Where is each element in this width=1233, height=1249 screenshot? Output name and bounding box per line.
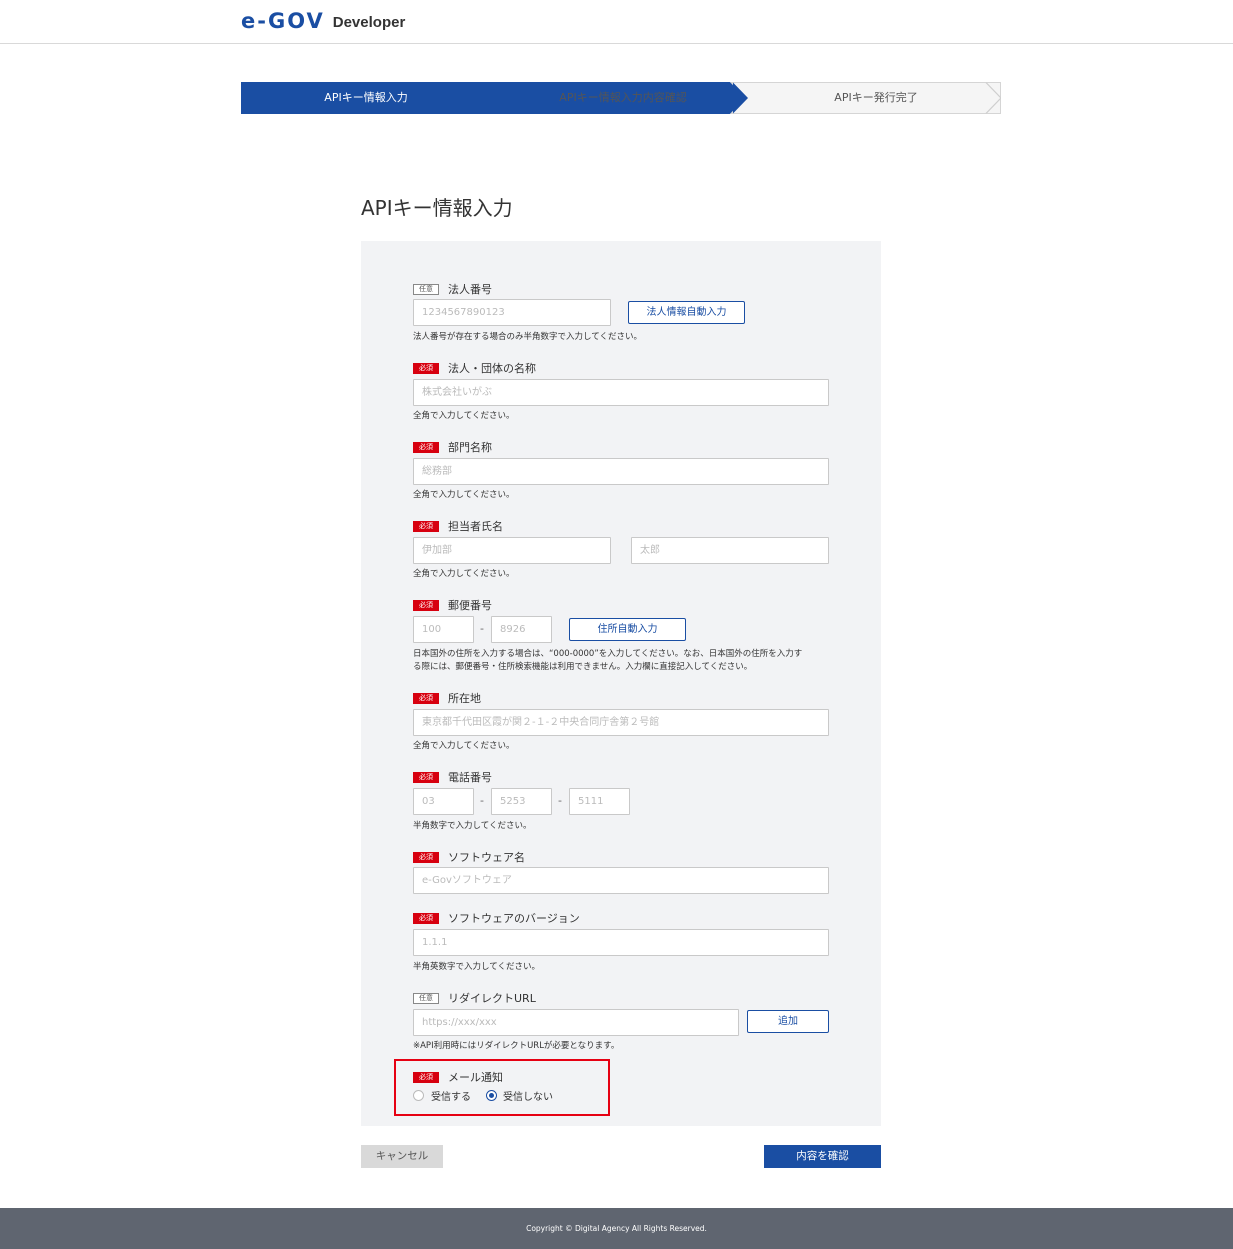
department-label-text: 部門名称 [448,441,492,454]
phone-input-2[interactable]: 5253 [491,788,552,815]
auto-fill-address-button[interactable]: 住所自動入力 [569,618,686,641]
required-badge: 必須 [413,692,439,704]
corporate-number-label-text: 法人番号 [448,283,492,296]
step-1-label: APIキー情報入力 [324,91,408,104]
required-badge: 必須 [413,1071,439,1083]
software-name-input[interactable]: e-Govソフトウェア [413,867,829,894]
receive-radio[interactable] [413,1090,424,1101]
required-badge: 必須 [413,912,439,924]
step-3-label: APIキー発行完了 [834,91,918,104]
first-name-input[interactable]: 太郎 [631,537,829,564]
contact-name-label: 必須 担当者氏名 [413,519,503,533]
address-help: 全角で入力してください。 [413,741,515,751]
required-badge: 必須 [413,520,439,532]
progress-stepper: APIキー情報入力 APIキー情報入力内容確認 APIキー発行完了 [241,82,1001,114]
logo-subtitle: Developer [332,14,406,31]
department-label: 必須 部門名称 [413,440,492,454]
mail-notify-label-text: メール通知 [448,1071,503,1084]
phone-label: 必須 電話番号 [413,770,492,784]
corporate-number-help: 法人番号が存在する場合のみ半角数字で入力してください。 [413,332,642,342]
cancel-button[interactable]: キャンセル [361,1145,443,1168]
address-label: 必須 所在地 [413,691,481,705]
postal-code-help-2: る際には、郵便番号・住所検索機能は利用できません。入力欄に直接記入してください。 [413,662,753,672]
mail-notify-label: 必須 メール通知 [413,1070,503,1084]
site-footer: Copyright © Digital Agency All Rights Re… [0,1208,1233,1249]
egov-developer-logo[interactable]: e-GOV Developer [241,9,405,33]
redirect-url-label-text: リダイレクトURL [448,992,536,1005]
postal-separator: - [480,622,484,635]
corporate-number-input[interactable]: 1234567890123 [413,299,611,326]
software-name-label: 必須 ソフトウェア名 [413,850,525,864]
optional-badge: 任意 [413,283,439,295]
contact-name-help: 全角で入力してください。 [413,569,515,579]
phone-separator-1: - [480,794,484,807]
mail-notify-highlight [394,1059,610,1116]
department-input[interactable]: 総務部 [413,458,829,485]
software-version-label: 必須 ソフトウェアのバージョン [413,911,580,925]
copyright-text: Copyright © Digital Agency All Rights Re… [526,1224,707,1233]
corporate-name-help: 全角で入力してください。 [413,411,515,421]
corporate-name-label: 必須 法人・団体の名称 [413,361,536,375]
logo-mark: e-GOV [241,9,325,33]
corporate-name-label-text: 法人・団体の名称 [448,362,536,375]
software-version-label-text: ソフトウェアのバージョン [448,912,580,925]
software-version-help: 半角英数字で入力してください。 [413,962,540,972]
no-receive-radio-label[interactable]: 受信しない [503,1088,553,1103]
redirect-url-input[interactable]: https://xxx/xxx [413,1009,739,1036]
required-badge: 必須 [413,362,439,374]
corporate-name-input[interactable]: 株式会社いがぶ [413,379,829,406]
postal-code-label: 必須 郵便番号 [413,598,492,612]
phone-input-3[interactable]: 5111 [569,788,630,815]
no-receive-radio[interactable] [486,1090,497,1101]
last-name-input[interactable]: 伊加部 [413,537,611,564]
postal-code-label-text: 郵便番号 [448,599,492,612]
department-help: 全角で入力してください。 [413,490,515,500]
phone-input-1[interactable]: 03 [413,788,474,815]
add-redirect-url-button[interactable]: 追加 [747,1010,829,1033]
postal-code-input-2[interactable]: 8926 [491,616,552,643]
confirm-button[interactable]: 内容を確認 [764,1145,881,1168]
auto-fill-corporate-button[interactable]: 法人情報自動入力 [628,301,745,324]
corporate-number-label: 任意 法人番号 [413,282,492,296]
required-badge: 必須 [413,851,439,863]
postal-code-input-1[interactable]: 100 [413,616,474,643]
phone-separator-2: - [558,794,562,807]
redirect-url-label: 任意 リダイレクトURL [413,991,536,1005]
required-badge: 必須 [413,599,439,611]
site-header: e-GOV Developer [0,0,1233,44]
receive-radio-label[interactable]: 受信する [431,1088,471,1103]
software-name-label-text: ソフトウェア名 [448,851,525,864]
postal-code-help-1: 日本国外の住所を入力する場合は、“000-0000”を入力してください。なお、日… [413,649,803,659]
page-title: APIキー情報入力 [361,196,513,220]
phone-help: 半角数字で入力してください。 [413,821,532,831]
step-2-label: APIキー情報入力内容確認 [559,91,687,104]
address-input[interactable]: 東京都千代田区霞が関２-１-２中央合同庁舎第２号館 [413,709,829,736]
required-badge: 必須 [413,441,439,453]
required-badge: 必須 [413,771,439,783]
phone-label-text: 電話番号 [448,771,492,784]
contact-name-label-text: 担当者氏名 [448,520,503,533]
redirect-url-help: ※API利用時にはリダイレクトURLが必要となります。 [413,1041,620,1051]
optional-badge: 任意 [413,992,439,1004]
address-label-text: 所在地 [448,692,481,705]
software-version-input[interactable]: 1.1.1 [413,929,829,956]
